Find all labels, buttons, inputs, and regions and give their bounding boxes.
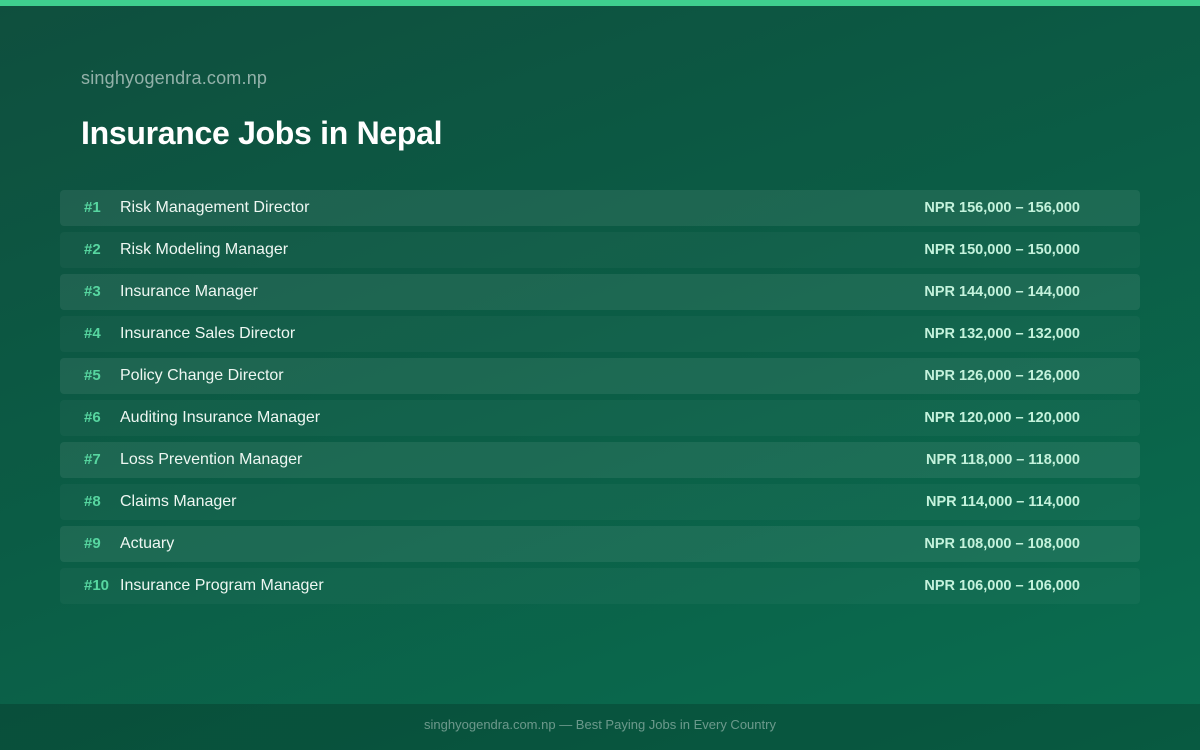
job-row: #5 Policy Change Director NPR 126,000 – … bbox=[60, 358, 1140, 394]
job-rank: #4 bbox=[84, 325, 101, 342]
job-rank: #3 bbox=[84, 283, 101, 300]
job-row: #4 Insurance Sales Director NPR 132,000 … bbox=[60, 316, 1140, 352]
job-row: #1 Risk Management Director NPR 156,000 … bbox=[60, 190, 1140, 226]
job-salary: NPR 132,000 – 132,000 bbox=[924, 326, 1080, 342]
job-salary: NPR 118,000 – 118,000 bbox=[926, 452, 1080, 468]
job-row: #6 Auditing Insurance Manager NPR 120,00… bbox=[60, 400, 1140, 436]
top-accent-bar bbox=[0, 0, 1200, 6]
job-title: Claims Manager bbox=[120, 493, 237, 510]
job-title: Auditing Insurance Manager bbox=[120, 409, 321, 426]
job-rank: #7 bbox=[84, 451, 101, 468]
job-row: #3 Insurance Manager NPR 144,000 – 144,0… bbox=[60, 274, 1140, 310]
job-rank: #5 bbox=[84, 367, 101, 384]
job-salary: NPR 108,000 – 108,000 bbox=[924, 536, 1080, 552]
job-title: Actuary bbox=[120, 535, 175, 552]
job-title: Risk Modeling Manager bbox=[120, 241, 289, 258]
job-row: #2 Risk Modeling Manager NPR 150,000 – 1… bbox=[60, 232, 1140, 268]
job-rank: #9 bbox=[84, 535, 101, 552]
footer-text: singhyogendra.com.np — Best Paying Jobs … bbox=[424, 717, 776, 732]
job-salary: NPR 114,000 – 114,000 bbox=[926, 494, 1080, 510]
job-row: #10 Insurance Program Manager NPR 106,00… bbox=[60, 568, 1140, 604]
job-salary: NPR 144,000 – 144,000 bbox=[924, 284, 1080, 300]
site-name: singhyogendra.com.np bbox=[81, 68, 268, 88]
job-title: Insurance Sales Director bbox=[120, 325, 296, 342]
job-salary: NPR 106,000 – 106,000 bbox=[924, 578, 1080, 594]
footer: singhyogendra.com.np — Best Paying Jobs … bbox=[0, 704, 1200, 750]
page-title: Insurance Jobs in Nepal bbox=[81, 115, 443, 151]
job-rank: #6 bbox=[84, 409, 101, 426]
job-rank: #10 bbox=[84, 577, 110, 594]
job-rank: #1 bbox=[84, 199, 101, 216]
job-row: #9 Actuary NPR 108,000 – 108,000 bbox=[60, 526, 1140, 562]
job-row: #8 Claims Manager NPR 114,000 – 114,000 bbox=[60, 484, 1140, 520]
job-title: Insurance Manager bbox=[120, 283, 258, 300]
job-title: Insurance Program Manager bbox=[120, 577, 324, 594]
job-row: #7 Loss Prevention Manager NPR 118,000 –… bbox=[60, 442, 1140, 478]
job-salary: NPR 120,000 – 120,000 bbox=[924, 410, 1080, 426]
job-rank: #2 bbox=[84, 241, 101, 258]
job-salary: NPR 156,000 – 156,000 bbox=[924, 200, 1080, 216]
job-title: Loss Prevention Manager bbox=[120, 451, 303, 468]
job-title: Policy Change Director bbox=[120, 367, 284, 384]
job-salary: NPR 150,000 – 150,000 bbox=[924, 242, 1080, 258]
job-salary: NPR 126,000 – 126,000 bbox=[924, 368, 1080, 384]
job-rank: #8 bbox=[84, 493, 101, 510]
job-title: Risk Management Director bbox=[120, 199, 310, 216]
job-list: #1 Risk Management Director NPR 156,000 … bbox=[60, 190, 1140, 610]
